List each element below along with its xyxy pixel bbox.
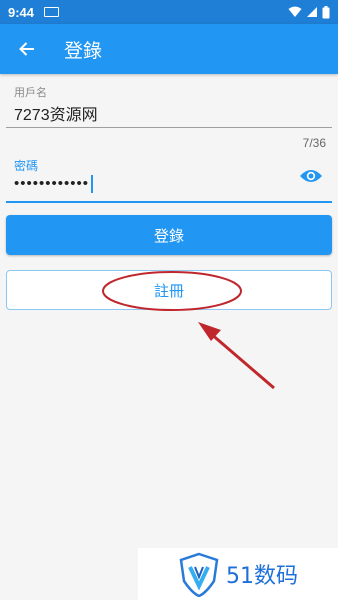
register-button[interactable]: 註冊 [6,270,332,310]
password-label: 密碼 [14,159,39,173]
text-cursor [91,175,94,194]
annotation-arrow-shaft [209,331,275,390]
back-button[interactable] [16,38,38,60]
status-time: 9:44 [8,4,35,20]
password-field[interactable]: •••••••••••• [14,175,94,194]
password-underline [6,201,332,203]
annotation-arrow-head [198,322,221,341]
username-underline [6,127,332,128]
watermark: 51数码 [138,548,338,600]
page-title: 登錄 [64,40,103,62]
wifi-icon [288,6,302,17]
back-arrow-icon [19,42,34,56]
status-icons [288,5,330,19]
eye-icon [300,170,322,182]
status-bar: 9:44 [0,0,338,24]
battery-icon [322,5,330,18]
password-dots: •••••••••••• [14,175,90,192]
app-bar: 登錄 [0,24,338,74]
username-field[interactable]: 7273资源网 [14,101,98,125]
keyboard-icon [44,7,60,17]
login-button[interactable]: 登錄 [6,215,332,255]
toggle-password-visibility[interactable] [299,166,323,186]
char-counter: 7/36 [302,136,326,150]
signal-icon [307,7,317,17]
watermark-text: 51数码 [226,564,298,589]
username-label: 用戶名 [14,87,47,99]
shield-icon [179,552,219,597]
